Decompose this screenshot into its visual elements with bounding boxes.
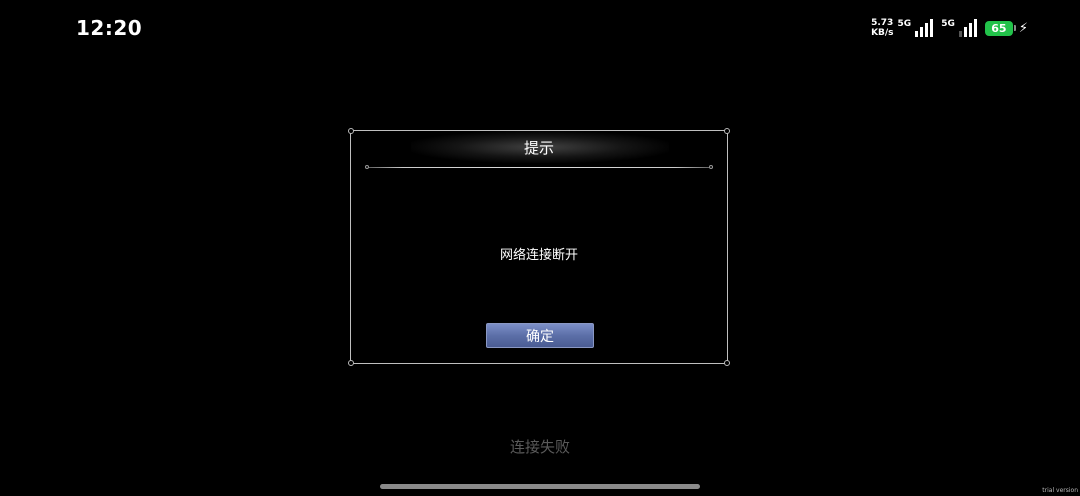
alert-dialog: 提示 网络连接断开 确定	[348, 128, 730, 366]
network-type-2: 5G	[941, 19, 955, 29]
confirm-button[interactable]: 确定	[486, 323, 594, 348]
connection-status-text: 连接失败	[509, 438, 570, 456]
charging-icon: ⚡	[1018, 20, 1028, 36]
signal-icon-2	[958, 19, 977, 37]
battery-level: 65	[984, 20, 1013, 36]
watermark: trial version	[1042, 487, 1078, 494]
network-speed-value: 5.73	[871, 18, 894, 28]
dialog-divider	[365, 165, 713, 169]
network-speed: 5.73 KB/s	[871, 18, 893, 38]
battery-icon: 65 ⚡	[984, 20, 1028, 36]
status-time: 12:20	[76, 16, 143, 40]
network-speed-unit: KB/s	[871, 28, 894, 38]
network-type-1: 5G	[897, 19, 912, 29]
signal-icon-1	[915, 19, 934, 37]
dialog-message: 网络连接断开	[499, 248, 578, 263]
status-icons: 5.73 KB/s 5G 5G 65 ⚡	[871, 18, 1028, 38]
home-indicator[interactable]	[380, 484, 700, 489]
dialog-title: 提示	[523, 139, 554, 157]
screen: 12:20 5.73 KB/s 5G 5G 65 ⚡ 提示 网络连接断开 确定 …	[0, 0, 1080, 496]
